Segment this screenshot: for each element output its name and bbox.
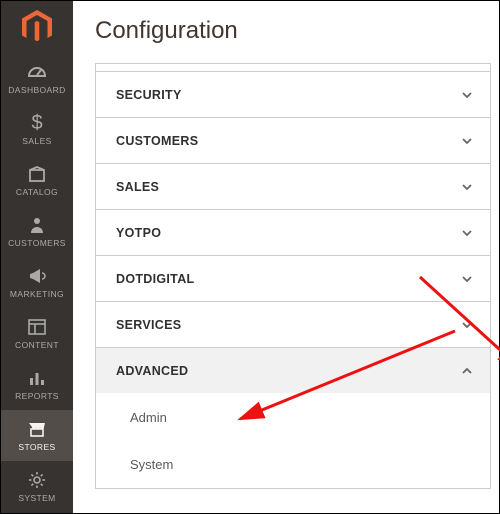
nav-item-reports[interactable]: REPORTS — [1, 359, 73, 410]
nav-item-marketing[interactable]: MARKETING — [1, 257, 73, 308]
chevron-down-icon — [460, 180, 474, 194]
admin-sidebar: DASHBOARD $ SALES CATALOG CUSTOMERS MARK… — [1, 1, 73, 513]
chevron-down-icon — [460, 272, 474, 286]
storefront-icon — [27, 419, 47, 439]
layout-icon — [28, 317, 46, 337]
nav-item-content[interactable]: CONTENT — [1, 308, 73, 359]
brand-logo — [1, 1, 73, 53]
nav-item-customers[interactable]: CUSTOMERS — [1, 206, 73, 257]
subsection-label: System — [130, 457, 173, 472]
bars-icon — [28, 368, 46, 388]
section-title: CUSTOMERS — [116, 134, 198, 148]
section-title: ADVANCED — [116, 364, 188, 378]
chevron-down-icon — [460, 226, 474, 240]
chevron-up-icon — [460, 364, 474, 378]
nav-label: STORES — [18, 442, 55, 452]
chevron-down-icon — [460, 318, 474, 332]
nav-item-sales[interactable]: $ SALES — [1, 104, 73, 155]
megaphone-icon — [27, 266, 47, 286]
nav-label: MARKETING — [10, 289, 64, 299]
section-prev-edge — [95, 63, 491, 71]
subsection-admin[interactable]: Admin — [96, 393, 490, 441]
nav-item-dashboard[interactable]: DASHBOARD — [1, 53, 73, 104]
subsection-label: Admin — [130, 410, 167, 425]
section-title: YOTPO — [116, 226, 161, 240]
section-sales[interactable]: SALES — [95, 163, 491, 209]
subsection-system[interactable]: System — [96, 441, 490, 489]
chevron-down-icon — [460, 134, 474, 148]
nav-label: CUSTOMERS — [8, 238, 66, 248]
section-yotpo[interactable]: YOTPO — [95, 209, 491, 255]
nav-item-catalog[interactable]: CATALOG — [1, 155, 73, 206]
main-content: Configuration SECURITY CUSTOMERS SALES Y… — [73, 1, 499, 513]
nav-item-system[interactable]: SYSTEM — [1, 461, 73, 512]
nav-label: CATALOG — [16, 187, 58, 197]
gear-icon — [28, 470, 46, 490]
admin-nav: DASHBOARD $ SALES CATALOG CUSTOMERS MARK… — [1, 53, 73, 513]
section-title: SERVICES — [116, 318, 181, 332]
nav-label: SALES — [22, 136, 51, 146]
nav-label: DASHBOARD — [8, 85, 65, 95]
section-advanced[interactable]: ADVANCED — [95, 347, 491, 393]
section-dotdigital[interactable]: DOTDIGITAL — [95, 255, 491, 301]
page-title: Configuration — [73, 1, 499, 63]
nav-label: REPORTS — [15, 391, 59, 401]
section-title: SALES — [116, 180, 159, 194]
nav-label: CONTENT — [15, 340, 59, 350]
person-icon — [29, 215, 45, 235]
section-security[interactable]: SECURITY — [95, 71, 491, 117]
section-services[interactable]: SERVICES — [95, 301, 491, 347]
nav-item-stores[interactable]: STORES — [1, 410, 73, 461]
gauge-icon — [27, 62, 47, 82]
nav-label: SYSTEM — [18, 493, 55, 503]
section-customers[interactable]: CUSTOMERS — [95, 117, 491, 163]
section-title: SECURITY — [116, 88, 182, 102]
advanced-children: Admin System — [95, 393, 491, 489]
config-accordion: SECURITY CUSTOMERS SALES YOTPO DOTDIGITA… — [95, 63, 491, 489]
section-title: DOTDIGITAL — [116, 272, 194, 286]
dollar-icon: $ — [31, 113, 42, 133]
chevron-down-icon — [460, 88, 474, 102]
box-icon — [28, 164, 46, 184]
